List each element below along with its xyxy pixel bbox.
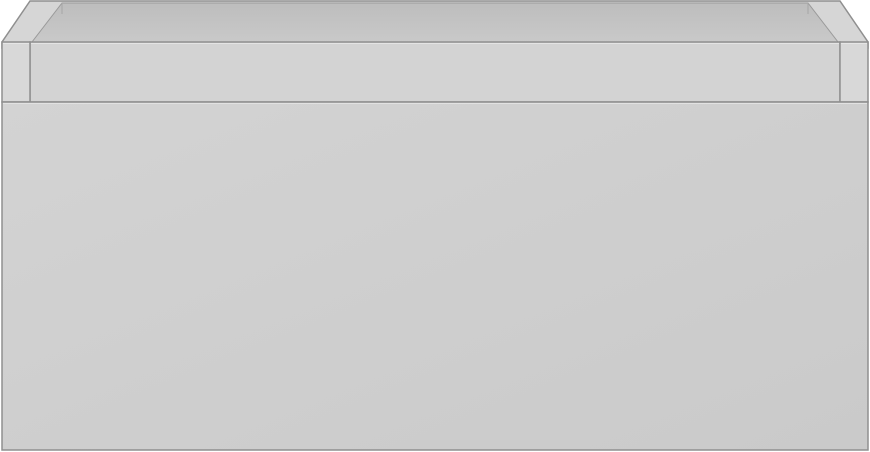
front-panel-face [1, 101, 869, 451]
drawer-illustration [1, 0, 869, 451]
right-side-post [839, 41, 869, 103]
inner-back-wall [30, 2, 840, 43]
drawer-top-opening [1, 0, 869, 49]
inner-lip-strip [29, 41, 841, 103]
left-side-post [1, 41, 31, 103]
drawer-inner-lip [29, 41, 841, 103]
drawer-render [0, 0, 870, 452]
drawer-front-panel [1, 101, 869, 451]
